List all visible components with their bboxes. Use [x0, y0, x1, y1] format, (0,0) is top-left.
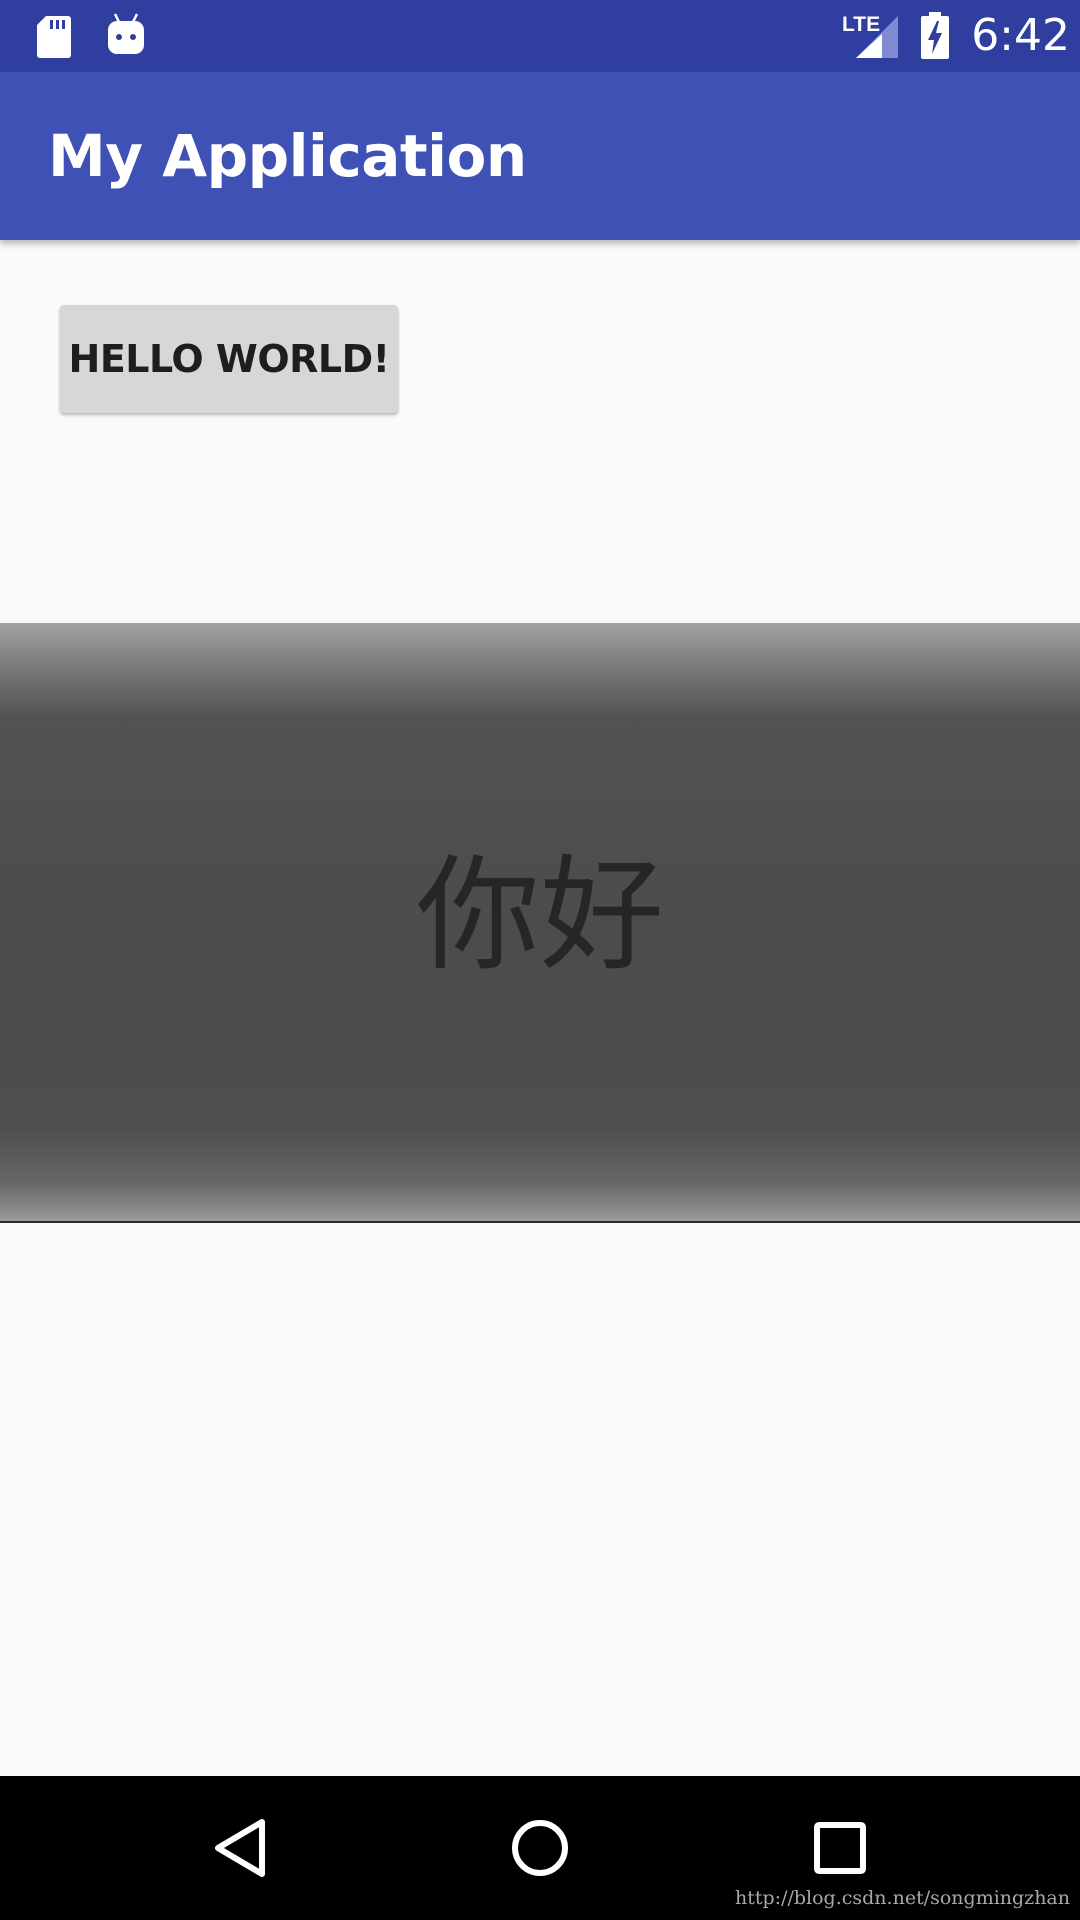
hello-world-button[interactable]: HELLO WORLD! — [60, 305, 398, 413]
home-icon[interactable] — [510, 1816, 570, 1885]
recent-apps-icon[interactable] — [810, 1816, 870, 1885]
android-icon — [106, 12, 146, 61]
status-time: 6:42 — [971, 10, 1070, 61]
banner-text: 你好 — [415, 844, 664, 988]
status-bar: LTE 6:42 — [0, 0, 1080, 72]
sd-card-icon — [36, 14, 72, 65]
watermark-url: http://blog.csdn.net/songmingzhan — [735, 1887, 1070, 1909]
lte-signal-icon: LTE — [842, 12, 900, 65]
app-title: My Application — [48, 122, 527, 190]
battery-charging-icon — [920, 12, 950, 65]
back-icon[interactable] — [210, 1816, 270, 1885]
banner: 你好 — [0, 623, 1080, 1223]
app-bar: My Application — [0, 72, 1080, 240]
network-label: LTE — [842, 13, 880, 36]
